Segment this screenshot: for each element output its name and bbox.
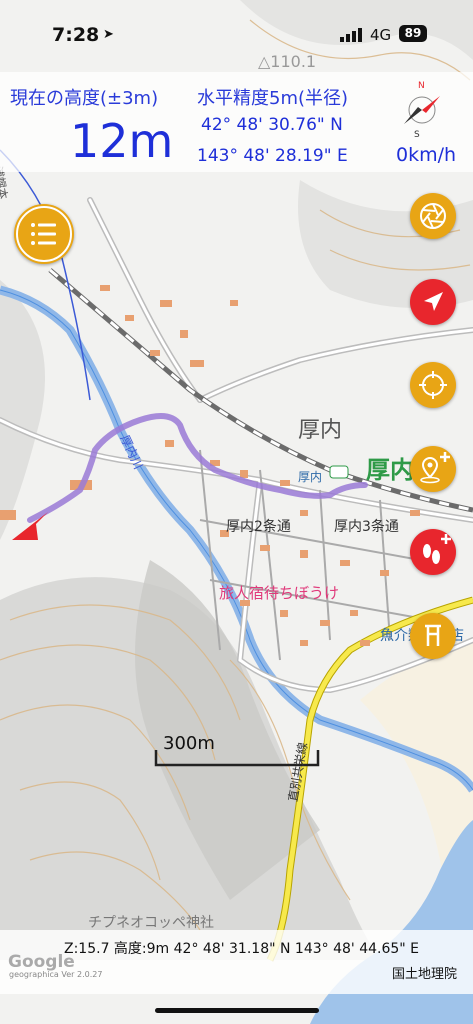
navigation-arrow-icon <box>424 292 443 311</box>
locate-button[interactable] <box>410 362 456 408</box>
battery-icon: 89 <box>399 25 427 42</box>
status-time: 7:28 <box>52 24 100 46</box>
location-arrow-icon: ➤ <box>103 27 114 42</box>
map-attribution[interactable]: 国土地理院 <box>392 963 457 982</box>
altitude-value: 12m <box>70 114 174 168</box>
navigate-button[interactable] <box>410 279 456 325</box>
street-3-label: 厚内3条通 <box>334 519 399 535</box>
add-point-button[interactable] <box>410 446 456 492</box>
scale-bar-label: 300m <box>163 733 215 754</box>
street-2-label: 厚内2条通 <box>226 519 291 535</box>
inn-label: 旅人宿待ちぼうけ <box>219 584 340 602</box>
altitude-label: 現在の高度(±3m) <box>10 88 159 109</box>
layer-button[interactable] <box>410 193 456 239</box>
crosshair-icon <box>419 371 447 399</box>
menu-button[interactable] <box>14 204 74 264</box>
add-pin-icon <box>420 452 450 484</box>
home-indicator[interactable] <box>155 1008 319 1013</box>
app-version: geographica Ver 2.0.27 <box>9 970 103 979</box>
longitude-value: 143° 48' 28.19" E <box>197 146 348 166</box>
google-logo: Google <box>8 952 75 972</box>
svg-text:S: S <box>414 130 420 138</box>
station-small-label: 厚内 <box>298 470 323 484</box>
flag-button[interactable] <box>410 613 456 659</box>
signal-icon <box>340 27 364 46</box>
accuracy-label: 水平精度5m(半径) <box>197 88 349 109</box>
bottom-info-bar: Z:15.7 高度:9m 42° 48' 31.18" N 143° 48' 4… <box>0 930 473 994</box>
speed-value: 0km/h <box>396 144 457 166</box>
shrine-label: チプネオコッペ神社 <box>88 915 214 931</box>
flag-icon <box>425 624 441 646</box>
latitude-value: 42° 48' 30.76" N <box>201 115 343 135</box>
compass-icon: N S <box>400 78 444 140</box>
network-type: 4G <box>370 26 392 44</box>
svg-text:N: N <box>418 81 425 91</box>
shutter-icon <box>420 203 446 229</box>
add-footprint-icon <box>423 534 451 564</box>
map-center-info: Z:15.7 高度:9m 42° 48' 31.18" N 143° 48' 4… <box>64 941 420 957</box>
status-bar: 7:28 ➤ 4G 89 <box>0 0 473 70</box>
gps-info-panel: 現在の高度(±3m) 12m 水平精度5m(半径) 42° 48' 30.76"… <box>0 72 473 172</box>
list-icon <box>16 206 72 262</box>
area-label: 厚内 <box>298 418 343 443</box>
add-track-button[interactable] <box>410 529 456 575</box>
